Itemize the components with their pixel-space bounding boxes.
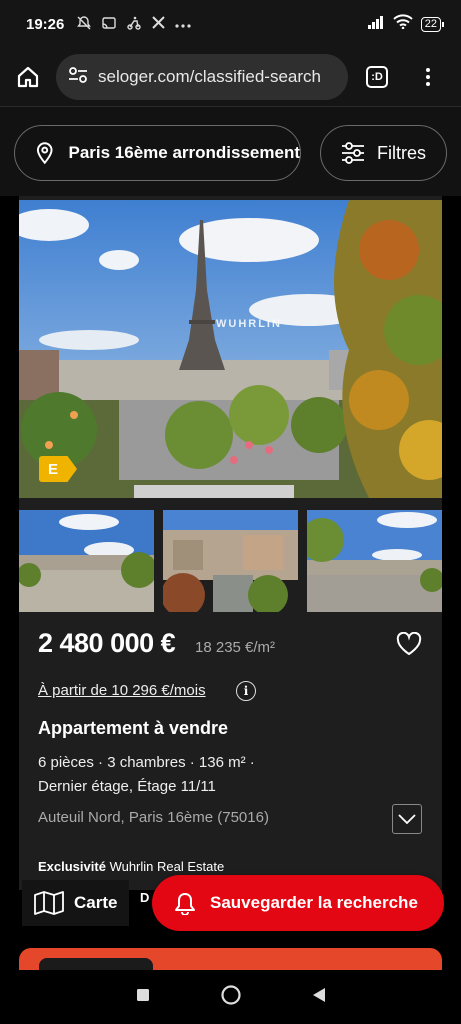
- save-search-label: Sauvegarder la recherche: [210, 893, 418, 912]
- square-icon: [136, 988, 149, 1001]
- location-pin-icon: [36, 142, 53, 165]
- listing-price: 2 480 000 €: [38, 628, 176, 658]
- site-settings-icon[interactable]: [68, 66, 88, 89]
- home-button[interactable]: [0, 65, 56, 89]
- info-icon[interactable]: i: [236, 681, 256, 701]
- signal-icon: [367, 15, 385, 34]
- location-text: Paris 16ème arrondissement: [68, 143, 300, 162]
- status-time: 19:26: [26, 15, 65, 33]
- heart-icon: [396, 631, 422, 656]
- mute-icon: [76, 15, 92, 34]
- filters-label: Filtres: [377, 142, 426, 163]
- location-search-button[interactable]: Paris 16ème arrondissement: [14, 125, 301, 181]
- listing-watermark: WUHRLIN: [216, 318, 282, 330]
- tab-switcher-button[interactable]: :D: [366, 66, 388, 88]
- browser-menu-button[interactable]: [426, 68, 430, 86]
- floor-info: Dernier étage, Étage 11/11: [38, 778, 216, 795]
- thumbnail-photo[interactable]: [163, 510, 298, 612]
- url-text[interactable]: seloger.com/classified-search: [98, 67, 321, 87]
- favorite-button[interactable]: [396, 631, 422, 661]
- back-button[interactable]: [312, 987, 326, 1008]
- property-type: Appartement à vendre: [38, 718, 229, 738]
- monthly-payment-link[interactable]: À partir de 10 296 €/mois: [38, 682, 206, 699]
- agency-line: Exclusivité Wuhrlin Real Estate: [38, 859, 224, 874]
- home-icon: [17, 66, 39, 88]
- cast-icon: [101, 15, 117, 34]
- filters-button[interactable]: Filtres: [320, 125, 447, 181]
- agency-name: Wuhrlin Real Estate: [109, 859, 225, 874]
- partial-text: D: [140, 890, 150, 905]
- wifi-icon: [393, 14, 413, 34]
- map-icon: [34, 891, 64, 915]
- url-bar[interactable]: seloger.com/classified-search: [56, 54, 348, 100]
- chevron-down-icon: [398, 814, 416, 824]
- sliders-icon: [342, 142, 364, 164]
- property-features: 6 pièces · 3 chambres · 136 m² ·: [38, 754, 255, 771]
- listing-card[interactable]: WUHRLIN E 2 480 000 € 18 235 €/m² À part…: [19, 196, 442, 890]
- exclusive-label: Exclusivité: [38, 859, 106, 874]
- map-label: Carte: [74, 893, 118, 912]
- home-nav-button[interactable]: [220, 984, 242, 1011]
- listing-main-photo[interactable]: WUHRLIN E: [19, 200, 442, 498]
- thumbnail-photo[interactable]: [307, 510, 442, 612]
- expand-details-button[interactable]: [392, 804, 422, 834]
- search-filter-bar: Paris 16ème arrondissement Filtres: [0, 106, 461, 196]
- next-listing-card[interactable]: [19, 948, 442, 972]
- scooter-icon: [126, 15, 142, 34]
- thumbnail-photo[interactable]: [19, 510, 154, 612]
- save-search-button[interactable]: Sauvegarder la recherche: [152, 875, 444, 931]
- browser-toolbar: seloger.com/classified-search :D: [0, 48, 461, 106]
- battery-indicator: 22: [420, 16, 445, 32]
- triangle-back-icon: [312, 987, 325, 1002]
- price-per-m2: 18 235 €/m²: [195, 639, 276, 656]
- map-button[interactable]: Carte: [22, 880, 130, 926]
- status-bar: 19:26 22: [0, 0, 461, 48]
- recents-button[interactable]: [136, 988, 150, 1007]
- circle-icon: [220, 984, 241, 1005]
- x-icon: [151, 15, 166, 33]
- bell-icon: [175, 893, 195, 915]
- system-nav-bar: [0, 970, 461, 1024]
- property-address: Auteuil Nord, Paris 16ème (75016): [38, 809, 269, 826]
- more-icon: [175, 16, 191, 32]
- photo-thumbnails: [19, 510, 442, 612]
